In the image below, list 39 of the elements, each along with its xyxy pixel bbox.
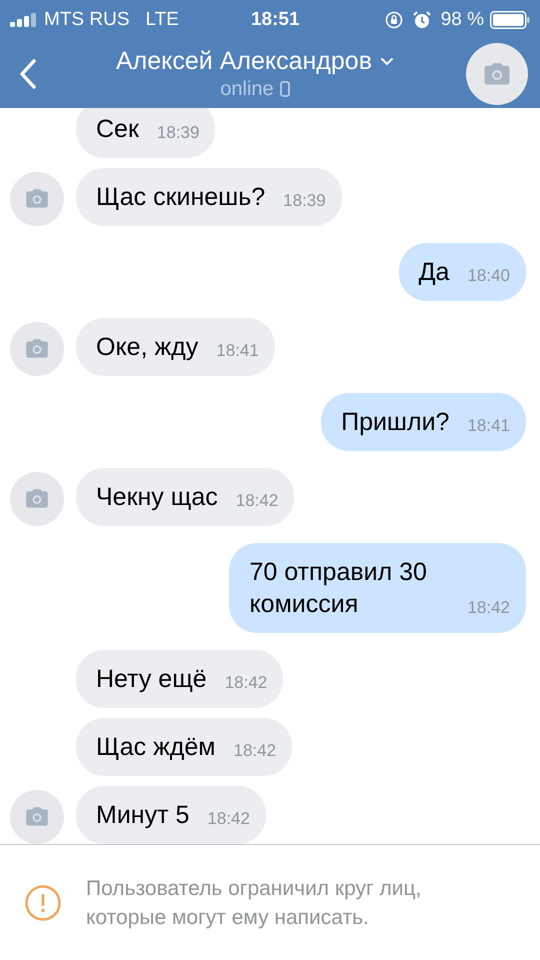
camera-icon [24, 338, 50, 360]
camera-icon [24, 806, 50, 828]
battery-percent: 98 % [440, 8, 484, 32]
online-status: online [220, 77, 274, 102]
notice-text: Пользователь ограничил круг лиц, которые могут ему написать. [86, 876, 422, 930]
message-time: 18:42 [224, 672, 268, 694]
message-text: 70 отправил 30 комиссия [249, 557, 428, 620]
message-text: Щас ждём [96, 732, 216, 763]
message-time: 18:42 [467, 597, 510, 619]
network-type: LTE [146, 8, 179, 32]
message-time: 18:42 [233, 740, 276, 762]
chevron-down-icon [380, 56, 394, 66]
contact-name[interactable]: Алексей Александров [116, 46, 372, 76]
chevron-left-icon [19, 58, 37, 90]
rotation-lock-icon [384, 11, 403, 29]
message-time: 18:42 [207, 808, 250, 830]
message-text: Да [418, 257, 450, 288]
message-text: Оке, жду [96, 332, 198, 363]
message-text: Чекну щас [96, 482, 218, 513]
camera-icon [482, 62, 512, 86]
message-time: 18:39 [283, 190, 326, 212]
carrier-name: MTS RUS [44, 8, 130, 32]
message-time: 18:39 [156, 122, 200, 144]
message-time: 18:42 [236, 490, 278, 512]
message-time: 18:41 [467, 415, 510, 437]
message-text: Сек [96, 114, 139, 145]
message-time: 18:40 [467, 265, 510, 287]
message-text: Пришли? [341, 407, 450, 438]
clock: 18:51 [250, 8, 300, 32]
warning-icon [24, 884, 62, 922]
message-text: Нету ещё [96, 664, 207, 695]
message-text: Щас скинешь? [96, 182, 266, 213]
phone-icon [280, 81, 290, 97]
camera-icon [24, 488, 50, 510]
camera-icon [24, 188, 50, 210]
message-time: 18:41 [216, 340, 259, 362]
alarm-icon [412, 11, 431, 29]
battery-icon [490, 11, 530, 29]
message-text: Минут 5 [96, 800, 190, 831]
